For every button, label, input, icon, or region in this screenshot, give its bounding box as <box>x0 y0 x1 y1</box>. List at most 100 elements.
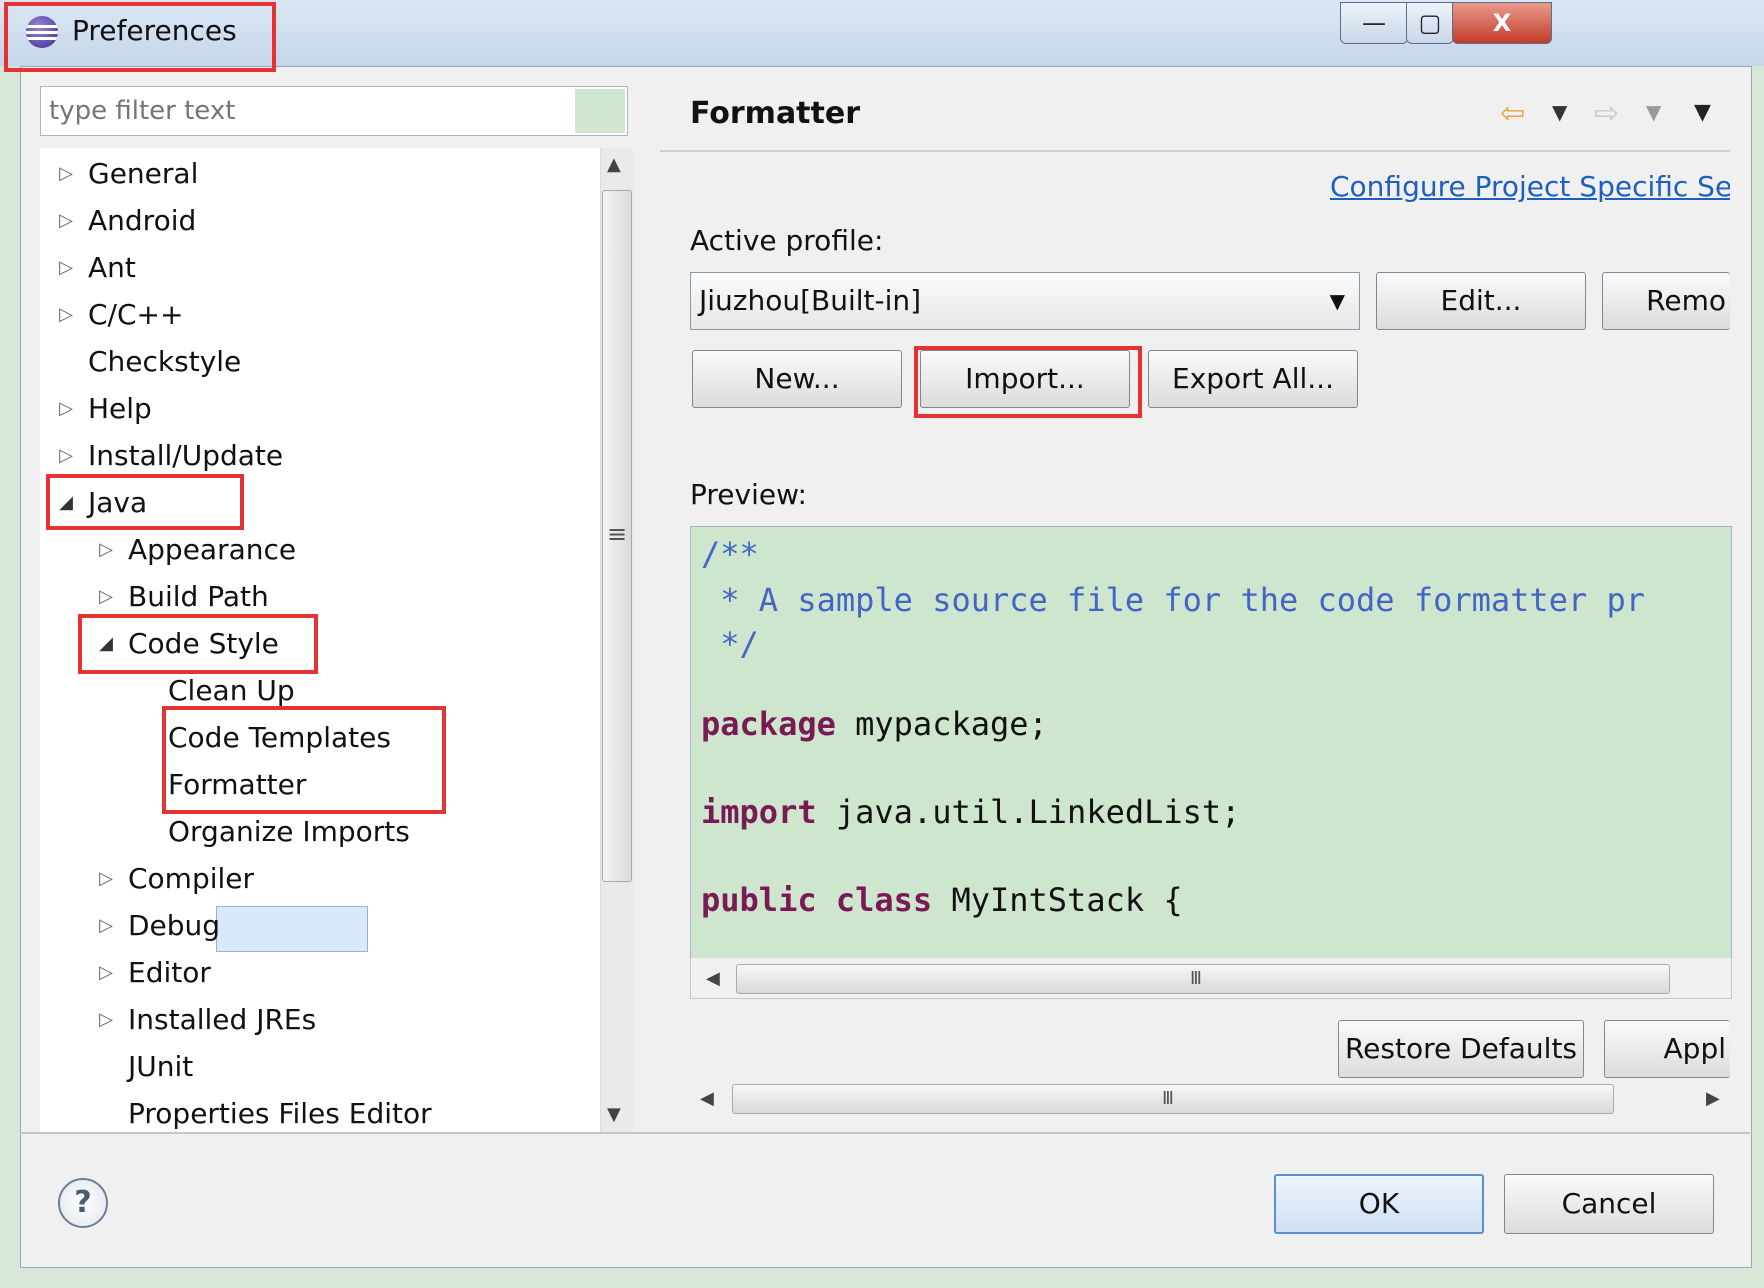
active-profile-value: Jiuzhou[Built-in] <box>699 284 922 317</box>
maximize-button[interactable]: ▢ <box>1406 2 1454 44</box>
collapsed-arrow-icon[interactable]: ▷ <box>56 434 76 478</box>
tree-item[interactable]: Properties Files Editor <box>40 1092 600 1133</box>
filter-clear-icon[interactable] <box>575 89 625 133</box>
collapsed-arrow-icon[interactable]: ▷ <box>96 575 116 619</box>
restore-defaults-button[interactable]: Restore Defaults <box>1338 1020 1584 1078</box>
tree-item-label: Checkstyle <box>88 345 242 378</box>
tree-item[interactable]: ▷ General <box>40 152 600 196</box>
scroll-grip-icon: III <box>1190 968 1202 989</box>
scroll-grip-icon: III <box>1162 1088 1174 1109</box>
remove-button[interactable]: Remo <box>1602 272 1730 330</box>
import-button[interactable]: Import... <box>920 350 1130 408</box>
collapsed-arrow-icon[interactable]: ▷ <box>56 199 76 243</box>
help-icon[interactable]: ? <box>58 1178 108 1228</box>
code-line: import java.util.LinkedList; <box>701 793 1240 831</box>
tree-item-label: Compiler <box>128 862 255 895</box>
tree-item-label: Code Style <box>128 627 279 660</box>
tree-item-label: JUnit <box>128 1050 194 1083</box>
tree-item[interactable]: ▷ Editor <box>40 951 600 995</box>
collapsed-arrow-icon[interactable]: ▷ <box>96 904 116 948</box>
back-dropdown-icon[interactable]: ▼ <box>1552 100 1567 124</box>
page-title: Formatter <box>690 96 861 131</box>
scroll-left-icon[interactable]: ◀ <box>700 1088 714 1109</box>
tree-item-label: Properties Files Editor <box>128 1097 432 1130</box>
close-button[interactable]: X <box>1452 2 1552 44</box>
tree-item[interactable]: ▷ Install/Update <box>40 434 600 478</box>
tree-item[interactable]: Organize Imports <box>40 810 600 854</box>
edit-button[interactable]: Edit... <box>1376 272 1586 330</box>
filter-input[interactable] <box>47 91 571 131</box>
header-divider <box>660 150 1730 152</box>
tree-item-label: Organize Imports <box>168 815 410 848</box>
forward-dropdown-icon[interactable]: ▼ <box>1646 100 1661 124</box>
tree-item[interactable]: Code Templates <box>40 716 600 760</box>
code-line: public class MyIntStack { <box>701 881 1183 919</box>
tree-item[interactable]: ◢ Java <box>40 481 600 525</box>
back-arrow-icon[interactable]: ⇦ <box>1500 96 1525 131</box>
collapsed-arrow-icon[interactable]: ▷ <box>96 528 116 572</box>
chevron-down-icon: ▼ <box>1329 289 1345 313</box>
filter-box <box>40 86 628 136</box>
tree-item-label: Ant <box>88 251 136 284</box>
code-preview: /** * A sample source file for the code … <box>690 526 1732 960</box>
code-line: */ <box>701 625 759 663</box>
forward-arrow-icon[interactable]: ⇨ <box>1594 96 1619 131</box>
tree-item[interactable]: ▷ Android <box>40 199 600 243</box>
tree-item[interactable]: ▷ Installed JREs <box>40 998 600 1042</box>
tree-item-label: C/C++ <box>88 298 184 331</box>
tree-item-label: Clean Up <box>168 674 295 707</box>
tree-item[interactable]: ▷ Appearance <box>40 528 600 572</box>
collapsed-arrow-icon[interactable]: ▷ <box>96 951 116 995</box>
cancel-button[interactable]: Cancel <box>1504 1174 1714 1234</box>
apply-button[interactable]: Appl <box>1604 1020 1730 1078</box>
tree-item-label: Install/Update <box>88 439 284 472</box>
tree-item[interactable]: ◢ Code Style <box>40 622 600 666</box>
tree-item[interactable]: ▷ Help <box>40 387 600 431</box>
code-text: MyIntStack { <box>932 881 1183 919</box>
collapsed-arrow-icon[interactable]: ▷ <box>56 387 76 431</box>
tree-item[interactable]: ▷ Build Path <box>40 575 600 619</box>
tree-item-label: Formatter <box>168 768 307 801</box>
scroll-right-icon[interactable]: ▶ <box>1706 1088 1720 1109</box>
tree-item[interactable]: ▷ Ant <box>40 246 600 290</box>
window-title: Preferences <box>72 14 237 47</box>
configure-project-specific-link[interactable]: Configure Project Specific Set <box>1330 170 1730 203</box>
tree-item-label: Java <box>88 486 148 519</box>
tree-item-label: Build Path <box>128 580 269 613</box>
collapsed-arrow-icon[interactable]: ▷ <box>56 152 76 196</box>
tree-item[interactable]: Formatter <box>40 763 600 807</box>
tree-item[interactable]: Clean Up <box>40 669 600 713</box>
tree-item[interactable]: ▷ Debug <box>40 904 600 948</box>
tree-item[interactable]: ▷ C/C++ <box>40 293 600 337</box>
scroll-down-icon[interactable]: ▼ <box>607 1104 621 1125</box>
tree-item-label: Appearance <box>128 533 297 566</box>
export-all-button[interactable]: Export All... <box>1148 350 1358 408</box>
collapsed-arrow-icon[interactable]: ▷ <box>96 857 116 901</box>
minimize-button[interactable]: — <box>1340 2 1408 44</box>
code-keyword: import <box>701 793 817 831</box>
code-line: package mypackage; <box>701 705 1048 743</box>
tree-item[interactable]: Checkstyle <box>40 340 600 384</box>
expanded-arrow-icon[interactable]: ◢ <box>56 481 76 525</box>
tree-item[interactable]: JUnit <box>40 1045 600 1089</box>
active-profile-select[interactable]: Jiuzhou[Built-in] ▼ <box>690 272 1360 330</box>
footer-divider <box>20 1132 1750 1134</box>
eclipse-icon <box>26 16 58 48</box>
scroll-grip-icon: ≡ <box>607 520 628 548</box>
code-keyword: public class <box>701 881 933 919</box>
collapsed-arrow-icon[interactable]: ▷ <box>96 998 116 1042</box>
scroll-left-icon[interactable]: ◀ <box>706 968 720 989</box>
collapsed-arrow-icon[interactable]: ▷ <box>56 246 76 290</box>
tree-item-label: Installed JREs <box>128 1003 317 1036</box>
scroll-up-icon[interactable]: ▲ <box>607 154 621 175</box>
new-button[interactable]: New... <box>692 350 902 408</box>
code-line: * A sample source file for the code form… <box>701 581 1646 619</box>
tree-item[interactable]: ▷ Compiler <box>40 857 600 901</box>
preview-scroll-thumb[interactable] <box>736 964 1670 994</box>
collapsed-arrow-icon[interactable]: ▷ <box>56 293 76 337</box>
page-scroll-thumb[interactable] <box>732 1084 1614 1114</box>
ok-button[interactable]: OK <box>1274 1174 1484 1234</box>
expanded-arrow-icon[interactable]: ◢ <box>96 622 116 666</box>
view-menu-icon[interactable]: ▼ <box>1694 100 1711 125</box>
code-text: java.util.LinkedList; <box>816 793 1241 831</box>
